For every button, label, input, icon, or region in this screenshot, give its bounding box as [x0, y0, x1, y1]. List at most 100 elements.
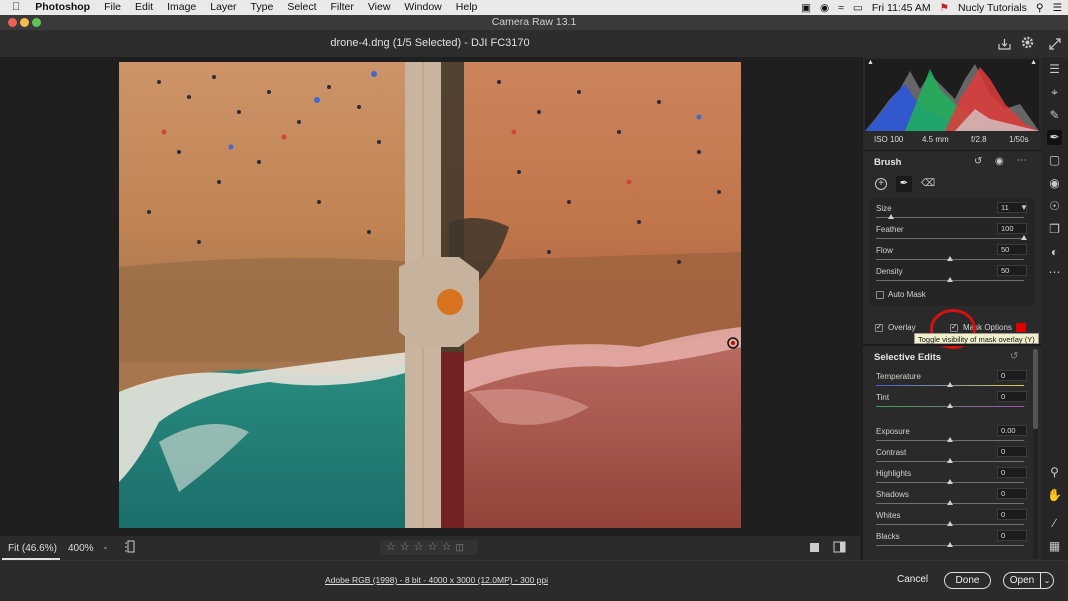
star-icon[interactable]: ☆ [428, 541, 442, 553]
minimize-window-button[interactable] [20, 18, 29, 27]
slider-thumb[interactable] [947, 437, 953, 442]
expand-icon[interactable] [1049, 37, 1061, 50]
open-options-button[interactable]: ⌄ [1040, 572, 1054, 589]
star-icon[interactable]: ☆ [414, 541, 428, 553]
wifi-icon[interactable]: ≈ [838, 2, 844, 14]
grid-icon[interactable]: ▦ [1047, 539, 1062, 554]
gear-icon[interactable] [1021, 36, 1034, 49]
search-icon[interactable]: ⚲ [1036, 2, 1044, 14]
adjustment-brush-icon[interactable]: ✒ [1047, 130, 1062, 145]
slider-row[interactable]: Exposure 0.00 [873, 425, 1033, 447]
slider-thumb[interactable] [947, 458, 953, 463]
edit-sliders-icon[interactable]: ☰ [1047, 62, 1062, 77]
radial-filter-icon[interactable]: ◉ [1047, 176, 1062, 191]
scrollbar-thumb[interactable] [1033, 349, 1038, 429]
chevron-down-icon[interactable]: ▼ [1020, 203, 1028, 212]
slider-row[interactable]: Highlights 0 [873, 467, 1033, 489]
list-icon[interactable]: ☰ [1053, 2, 1062, 14]
slider-thumb[interactable] [947, 542, 953, 547]
zoom-window-button[interactable] [32, 18, 41, 27]
snapshots-icon[interactable]: ❐ [1047, 222, 1062, 237]
slider-thumb[interactable] [947, 479, 953, 484]
auto-mask-checkbox[interactable] [876, 291, 884, 299]
mask-color-swatch[interactable] [1016, 323, 1026, 332]
menu-app-name[interactable]: Photoshop [28, 0, 97, 15]
more-icon[interactable]: ⋯ [1047, 265, 1062, 280]
hand-icon[interactable]: ✋ [1047, 488, 1062, 503]
menu-window[interactable]: Window [397, 0, 448, 15]
crop-icon[interactable]: ⌖ [1047, 85, 1062, 100]
healing-icon[interactable]: ✎ [1047, 108, 1062, 123]
drone-photo[interactable] [119, 62, 741, 528]
menu-type[interactable]: Type [244, 0, 281, 15]
trash-icon[interactable]: ◫ [455, 542, 468, 552]
slider-value-input[interactable]: 0 [997, 488, 1027, 499]
slider-value-input[interactable]: 0 [997, 467, 1027, 478]
more-icon[interactable]: ⋯ [1017, 155, 1027, 166]
eraser-icon[interactable]: ⌫ [921, 178, 935, 189]
graduated-filter-icon[interactable]: ▢ [1047, 153, 1062, 168]
slider-row[interactable]: Whites 0 [873, 509, 1033, 531]
slider-row[interactable]: Density 50 [873, 265, 1033, 287]
slider-row[interactable]: Feather 100 [873, 223, 1033, 245]
slider-value-input[interactable]: 0 [997, 391, 1027, 402]
slider-row[interactable]: Temperature 0 [873, 370, 1033, 392]
apple-icon[interactable]:  [0, 0, 28, 15]
shadow-clip-icon[interactable]: ▲ [867, 59, 874, 66]
reset-icon[interactable]: ↺ [974, 156, 982, 167]
filmstrip-icon[interactable] [125, 540, 136, 553]
menu-image[interactable]: Image [160, 0, 203, 15]
close-window-button[interactable] [8, 18, 17, 27]
menu-filter[interactable]: Filter [324, 0, 361, 15]
creative-cloud-icon[interactable]: ◉ [820, 2, 829, 14]
menu-file[interactable]: File [97, 0, 128, 15]
reset-icon[interactable]: ↺ [1010, 351, 1018, 362]
panel-scrollbar[interactable] [1033, 349, 1038, 559]
slider-thumb[interactable] [1021, 235, 1027, 240]
eye-icon[interactable]: ◉ [995, 156, 1004, 167]
slider-value-input[interactable]: 50 [997, 265, 1027, 276]
fit-zoom-button[interactable]: Fit (46.6%) [8, 543, 57, 554]
zoom-icon[interactable]: ⚲ [1047, 465, 1062, 480]
eyedropper-icon[interactable]: ∕ [1047, 516, 1062, 531]
menubar-clock[interactable]: Fri 11:45 AM [872, 2, 931, 14]
overlay-checkbox[interactable]: ✓ [875, 324, 883, 332]
add-icon[interactable]: + [875, 178, 887, 190]
slider-row[interactable]: Size 11 [873, 202, 1033, 224]
slider-thumb[interactable] [947, 256, 953, 261]
slider-value-input[interactable]: 0 [997, 370, 1027, 381]
menu-edit[interactable]: Edit [128, 0, 160, 15]
star-icon[interactable]: ☆ [386, 541, 400, 553]
done-button[interactable]: Done [944, 572, 991, 589]
star-icon[interactable]: ☆ [400, 541, 414, 553]
slider-value-input[interactable]: 0.00 [997, 425, 1027, 436]
menubar-user[interactable]: Nucly Tutorials [958, 2, 1027, 14]
cancel-button[interactable]: Cancel [897, 574, 928, 585]
export-icon[interactable] [998, 37, 1011, 50]
menu-help[interactable]: Help [449, 0, 485, 15]
slider-row[interactable]: Tint 0 [873, 391, 1033, 413]
rating-stars[interactable]: ☆☆☆☆☆◫ [380, 540, 478, 555]
flag-icon[interactable]: ⚑ [940, 2, 949, 14]
slider-track[interactable] [876, 217, 1024, 218]
presets-icon[interactable]: ◐ [1047, 245, 1062, 260]
slider-value-input[interactable]: 100 [997, 223, 1027, 234]
slider-row[interactable]: Contrast 0 [873, 446, 1033, 468]
slider-value-input[interactable]: 50 [997, 244, 1027, 255]
workflow-options-link[interactable]: Adobe RGB (1998) - 8 bit - 4000 x 3000 (… [325, 575, 548, 585]
slider-value-input[interactable]: 0 [997, 530, 1027, 541]
menu-view[interactable]: View [361, 0, 398, 15]
slider-thumb[interactable] [947, 403, 953, 408]
chevron-down-icon[interactable]: ⌄ [102, 542, 109, 551]
single-view-icon[interactable] [809, 542, 820, 553]
slider-value-input[interactable]: 0 [997, 509, 1027, 520]
slider-thumb[interactable] [887, 214, 894, 219]
star-icon[interactable]: ☆ [442, 541, 456, 553]
before-after-icon[interactable] [833, 541, 846, 553]
slider-value-input[interactable]: 0 [997, 446, 1027, 457]
slider-row[interactable]: Blacks 0 [873, 530, 1033, 552]
menu-layer[interactable]: Layer [203, 0, 243, 15]
slider-row[interactable]: Shadows 0 [873, 488, 1033, 510]
brush-icon[interactable]: ✒ [896, 176, 912, 192]
screen-record-icon[interactable]: ▣ [801, 2, 811, 14]
